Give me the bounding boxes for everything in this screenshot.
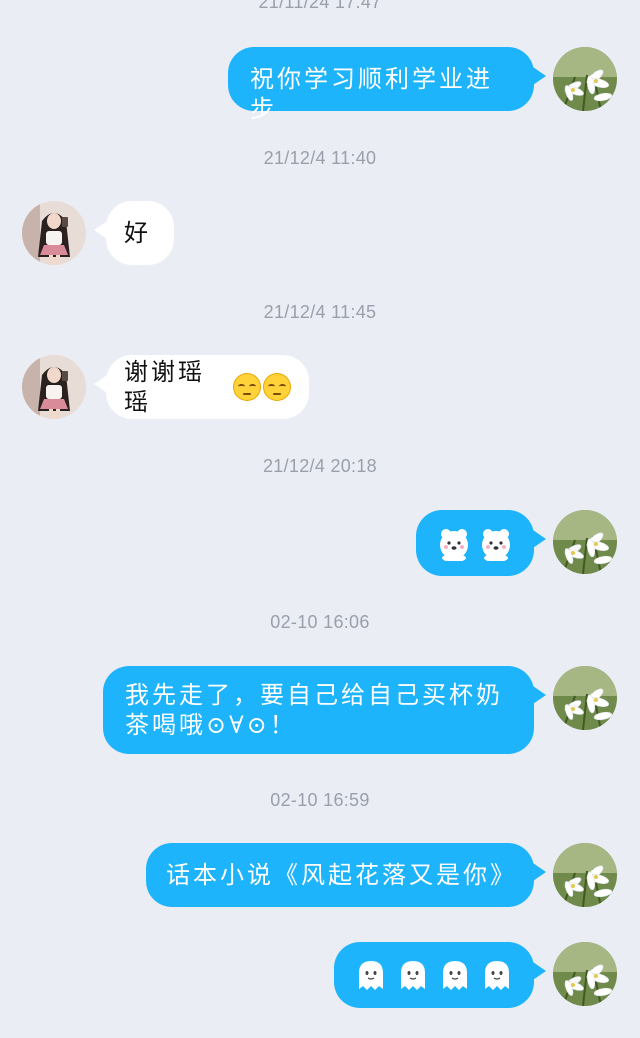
ghost-sticker [400,960,426,991]
self-avatar[interactable] [553,942,617,1006]
polar-bear-sticker [440,529,468,561]
polar-bear-sticker [482,529,510,561]
message-bubble-outgoing[interactable]: 话本小说《风起花落又是你》 [146,843,546,907]
message-bubble-outgoing[interactable]: 我先走了，要自己给自己买杯奶茶喝哦⊙∀⊙！ [103,666,546,754]
bubble-tail [530,65,546,87]
self-avatar[interactable] [553,510,617,574]
timestamp: 21/11/24 17:47 [258,0,382,12]
contact-avatar[interactable] [22,355,86,419]
bubble-tail [530,960,546,982]
timestamp: 21/12/4 11:45 [263,302,377,322]
message-text: 祝你学习顺利学业进步 [250,65,493,123]
bubble-tail [530,528,546,550]
timestamp: 02-10 16:59 [270,790,370,810]
message-bubble-incoming[interactable]: 好 [94,201,174,265]
message-text: 谢谢瑶瑶 [124,358,205,416]
message-text: 我先走了，要自己给自己买杯奶茶喝哦⊙∀⊙！ [125,681,503,739]
message-bubble-incoming[interactable]: 谢谢瑶瑶 [94,355,309,419]
contact-avatar[interactable] [22,201,86,265]
relieved-face-emoji [233,373,262,401]
bubble-tail [94,219,110,241]
message-bubble-outgoing[interactable]: 祝你学习顺利学业进步 [228,47,546,123]
ghost-sticker [358,960,384,991]
ghost-sticker [442,960,468,991]
message-text: 话本小说《风起花落又是你》 [166,861,517,889]
timestamp: 21/12/4 20:18 [262,456,377,476]
bubble-tail [530,684,546,706]
timestamp: 21/12/4 11:40 [263,148,377,168]
sticker-row [416,510,534,576]
bubble-tail [94,373,110,395]
message-text: 好 [124,219,151,247]
self-avatar[interactable] [553,666,617,730]
sticker-bubble-outgoing[interactable] [416,510,546,576]
self-avatar[interactable] [553,843,617,907]
ghost-sticker [484,960,510,991]
timestamp: 02-10 16:06 [270,612,370,632]
self-avatar[interactable] [553,47,617,111]
bubble-tail [530,861,546,883]
relieved-face-emoji [263,373,292,401]
chat-window: 21/11/24 17:47 祝你学习顺利学业进步 21/12/4 11:40 … [0,0,640,1038]
sticker-row [334,942,534,1008]
sticker-bubble-outgoing[interactable] [334,942,546,1008]
